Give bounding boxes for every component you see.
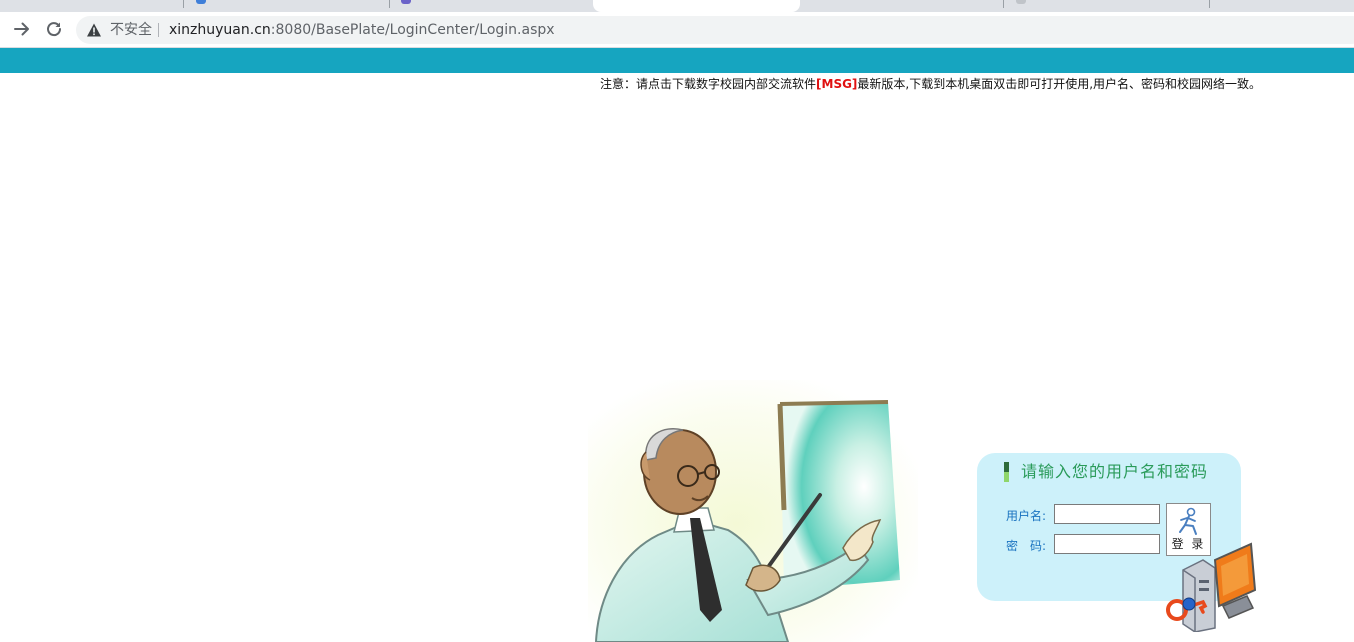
login-title: 请输入您的用户名和密码	[1021, 462, 1209, 481]
url-host: xinzhuyuan.cn	[169, 22, 271, 38]
tab-favicon[interactable]	[401, 0, 411, 4]
page-header-bar	[0, 48, 1354, 73]
browser-toolbar: 不安全 xinzhuyuan.cn:8080/BasePlate/LoginCe…	[0, 12, 1354, 48]
notice-prefix: 注意：请点击下载数字校园内部交流软件	[600, 77, 817, 91]
username-label: 用户名:	[1006, 509, 1047, 523]
tab-separator	[1209, 0, 1210, 8]
arrow-right-icon	[14, 22, 29, 36]
notice-suffix: 最新版本,下载到本机桌面双击即可打开使用,用户名、密码和校园网络一致。	[857, 77, 1262, 91]
msg-download-link[interactable]: [MSG]	[816, 77, 857, 91]
username-input[interactable]	[1054, 504, 1160, 524]
warning-icon[interactable]	[86, 22, 102, 38]
omnibox-divider	[158, 23, 159, 37]
password-label: 密 码:	[1006, 539, 1047, 553]
browser-tab-strip	[0, 0, 1354, 12]
teacher-illustration	[588, 380, 918, 642]
download-notice: 注意：请点击下载数字校园内部交流软件[MSG]最新版本,下载到本机桌面双击即可打…	[600, 76, 1261, 92]
reload-icon	[47, 22, 62, 37]
tab-separator	[183, 0, 184, 8]
tab-favicon[interactable]	[196, 0, 206, 4]
forward-button[interactable]	[11, 18, 33, 40]
tab-favicon[interactable]	[1016, 0, 1026, 4]
url-text[interactable]: xinzhuyuan.cn:8080/BasePlate/LoginCenter…	[169, 21, 555, 39]
security-status-text[interactable]: 不安全	[110, 21, 152, 39]
title-marker-icon	[1004, 462, 1009, 482]
active-tab[interactable]	[593, 0, 800, 12]
tab-separator	[389, 0, 390, 8]
password-input[interactable]	[1054, 534, 1160, 554]
runner-icon	[1179, 507, 1197, 535]
tab-separator	[1003, 0, 1004, 8]
address-bar[interactable]: 不安全 xinzhuyuan.cn:8080/BasePlate/LoginCe…	[76, 16, 1354, 44]
url-path: :8080/BasePlate/LoginCenter/Login.aspx	[270, 22, 555, 38]
reload-button[interactable]	[43, 18, 65, 40]
computer-key-icon	[1166, 542, 1257, 632]
